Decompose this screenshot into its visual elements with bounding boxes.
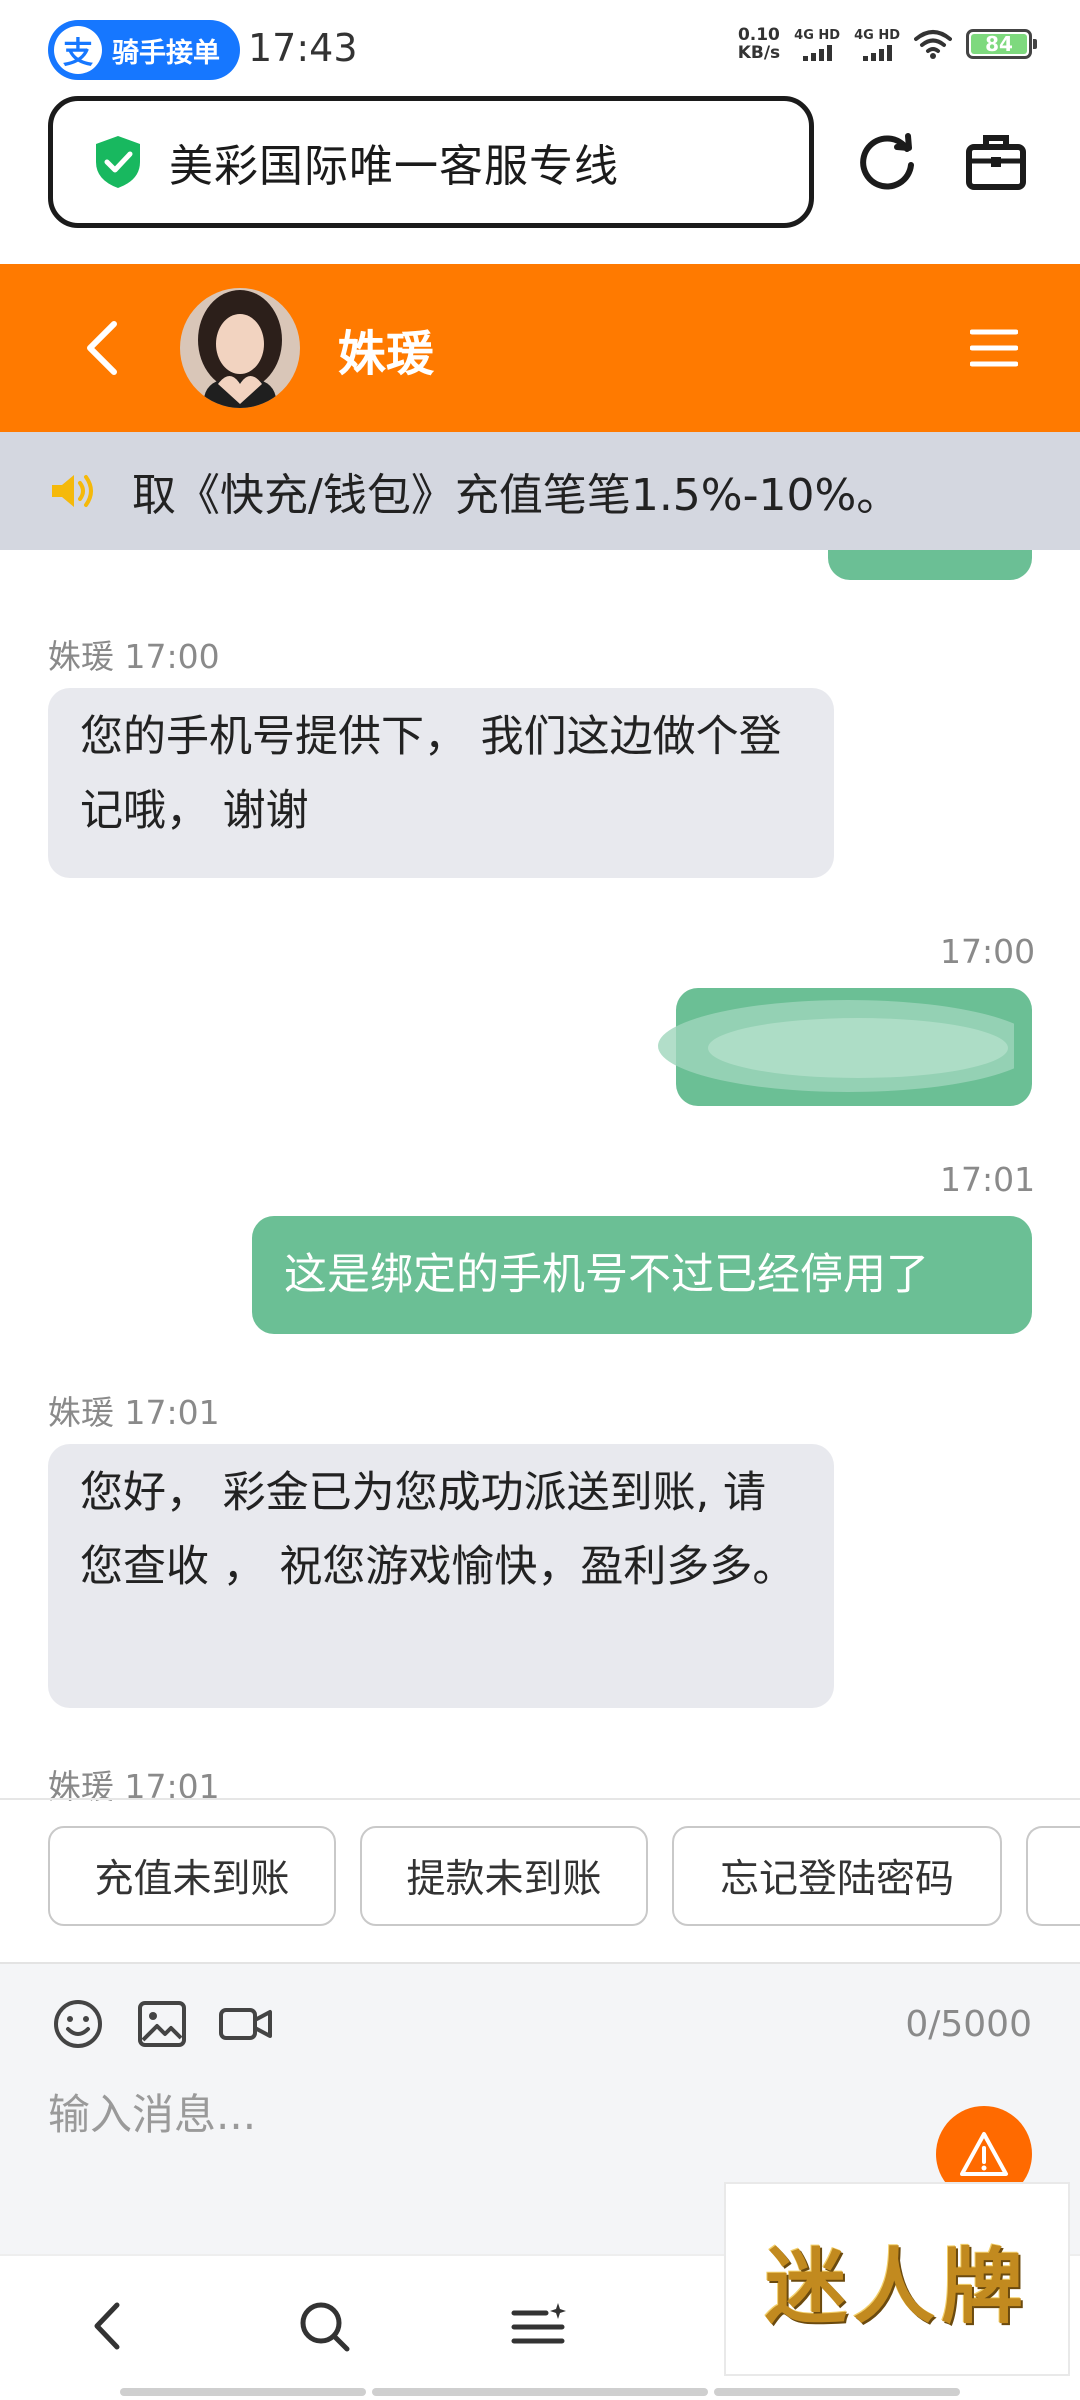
sim1-label: 4G HD — [794, 27, 841, 43]
notice-bar[interactable]: 取《快充/钱包》充值笔笔1.5%-10%。 — [0, 432, 1080, 550]
notice-text: 取《快充/钱包》充值笔笔1.5%-10%。 — [132, 470, 901, 521]
quick-reply-bar: 充值未到账 提款未到账 忘记登陆密码 — [0, 1798, 1080, 1962]
status-indicators: 0.10 KB/s 4G HD 4G HD 84 — [738, 26, 1037, 62]
status-bar: 支 骑手接单 17:43 0.10 KB/s 4G HD 4G HD 84 — [0, 0, 1080, 96]
message-meta: 姝瑗 17:00 — [48, 630, 220, 678]
chevron-left-icon — [94, 2302, 120, 2350]
quick-reply-chip[interactable]: 忘记登陆密码 — [672, 1826, 1002, 1926]
alipay-logo-icon: 支 — [54, 26, 102, 74]
signal-sim2-icon: 4G HD — [854, 28, 900, 61]
alipay-rider-pill[interactable]: 支 骑手接单 — [48, 20, 240, 80]
speaker-icon — [52, 475, 93, 507]
avatar-image — [180, 288, 300, 408]
message-time: 17:00 — [124, 637, 220, 676]
chat-header: 姝瑗 — [0, 264, 1080, 432]
incoming-message[interactable]: 您好， 彩金已为您成功派送到账, 请您查收 ， 祝您游戏愉快，盈利多多。 — [48, 1444, 834, 1708]
watermark-text: 迷人牌 — [764, 2238, 1029, 2335]
hamburger-menu-icon — [970, 329, 1018, 367]
gesture-bar-segment — [372, 2388, 708, 2396]
message-time: 17:01 — [124, 1393, 220, 1432]
emoji-icon — [54, 2000, 102, 2048]
redaction-blur — [658, 1000, 1014, 1092]
gesture-bar-segment — [714, 2388, 960, 2396]
emoji-button[interactable] — [48, 1994, 108, 2054]
image-button[interactable] — [132, 1994, 192, 2054]
toolbox-icon — [966, 135, 1026, 190]
message-sender: 姝瑗 — [48, 637, 114, 676]
message-time: 17:01 — [940, 1160, 1036, 1199]
refresh-icon — [860, 133, 914, 190]
refresh-button[interactable] — [848, 122, 928, 202]
menu-sparkle-icon — [511, 2303, 566, 2344]
net-speed-value: 0.10 — [737, 25, 780, 45]
message-meta: 姝瑗 17:01 — [48, 1386, 220, 1434]
incoming-message[interactable]: 您的手机号提供下， 我们这边做个登记哦， 谢谢 — [48, 688, 834, 878]
previous-outgoing-bubble — [828, 550, 1032, 580]
nav-back-button[interactable] — [66, 2286, 146, 2366]
warning-icon — [960, 2132, 1008, 2176]
char-counter: 0/5000 — [905, 2004, 1032, 2045]
title-bar[interactable]: 美彩国际唯一客服专线 — [48, 96, 814, 228]
agent-name: 姝瑗 — [338, 326, 435, 382]
signal-sim1-icon: 4G HD — [794, 28, 840, 61]
outgoing-message-redacted[interactable] — [658, 988, 1032, 1106]
message-time: 17:00 — [940, 932, 1036, 971]
search-icon — [300, 2302, 350, 2352]
video-button[interactable] — [216, 1994, 276, 2054]
chat-menu-button[interactable] — [954, 308, 1034, 388]
image-icon — [138, 2001, 186, 2047]
watermark-logo: 迷人牌 — [724, 2182, 1070, 2376]
video-icon — [219, 2008, 272, 2040]
shield-check-icon — [96, 136, 140, 188]
page-title: 美彩国际唯一客服专线 — [169, 141, 619, 192]
nav-menu-button[interactable] — [500, 2286, 580, 2366]
message-input[interactable] — [48, 2064, 908, 2164]
wifi-icon — [914, 30, 952, 59]
battery-icon: 84 — [966, 29, 1037, 59]
message-sender: 姝瑗 — [48, 1393, 114, 1432]
quick-reply-chip-overflow[interactable] — [1026, 1826, 1080, 1926]
chevron-left-icon — [87, 321, 117, 375]
quick-reply-chip[interactable]: 充值未到账 — [48, 1826, 336, 1926]
quick-reply-chip[interactable]: 提款未到账 — [360, 1826, 648, 1926]
gesture-bar-segment — [120, 2388, 366, 2396]
nav-search-button[interactable] — [284, 2286, 364, 2366]
outgoing-message[interactable]: 这是绑定的手机号不过已经停用了 — [252, 1216, 1032, 1334]
battery-level: 84 — [971, 32, 1027, 56]
chat-back-button[interactable] — [62, 308, 142, 388]
sim2-label: 4G HD — [854, 27, 900, 43]
agent-avatar[interactable] — [180, 288, 300, 408]
pill-label: 骑手接单 — [112, 37, 220, 69]
status-time: 17:43 — [248, 26, 358, 70]
net-speed-unit: KB/s — [737, 43, 781, 63]
toolbox-button[interactable] — [956, 122, 1036, 202]
net-speed: 0.10 KB/s — [738, 26, 780, 62]
